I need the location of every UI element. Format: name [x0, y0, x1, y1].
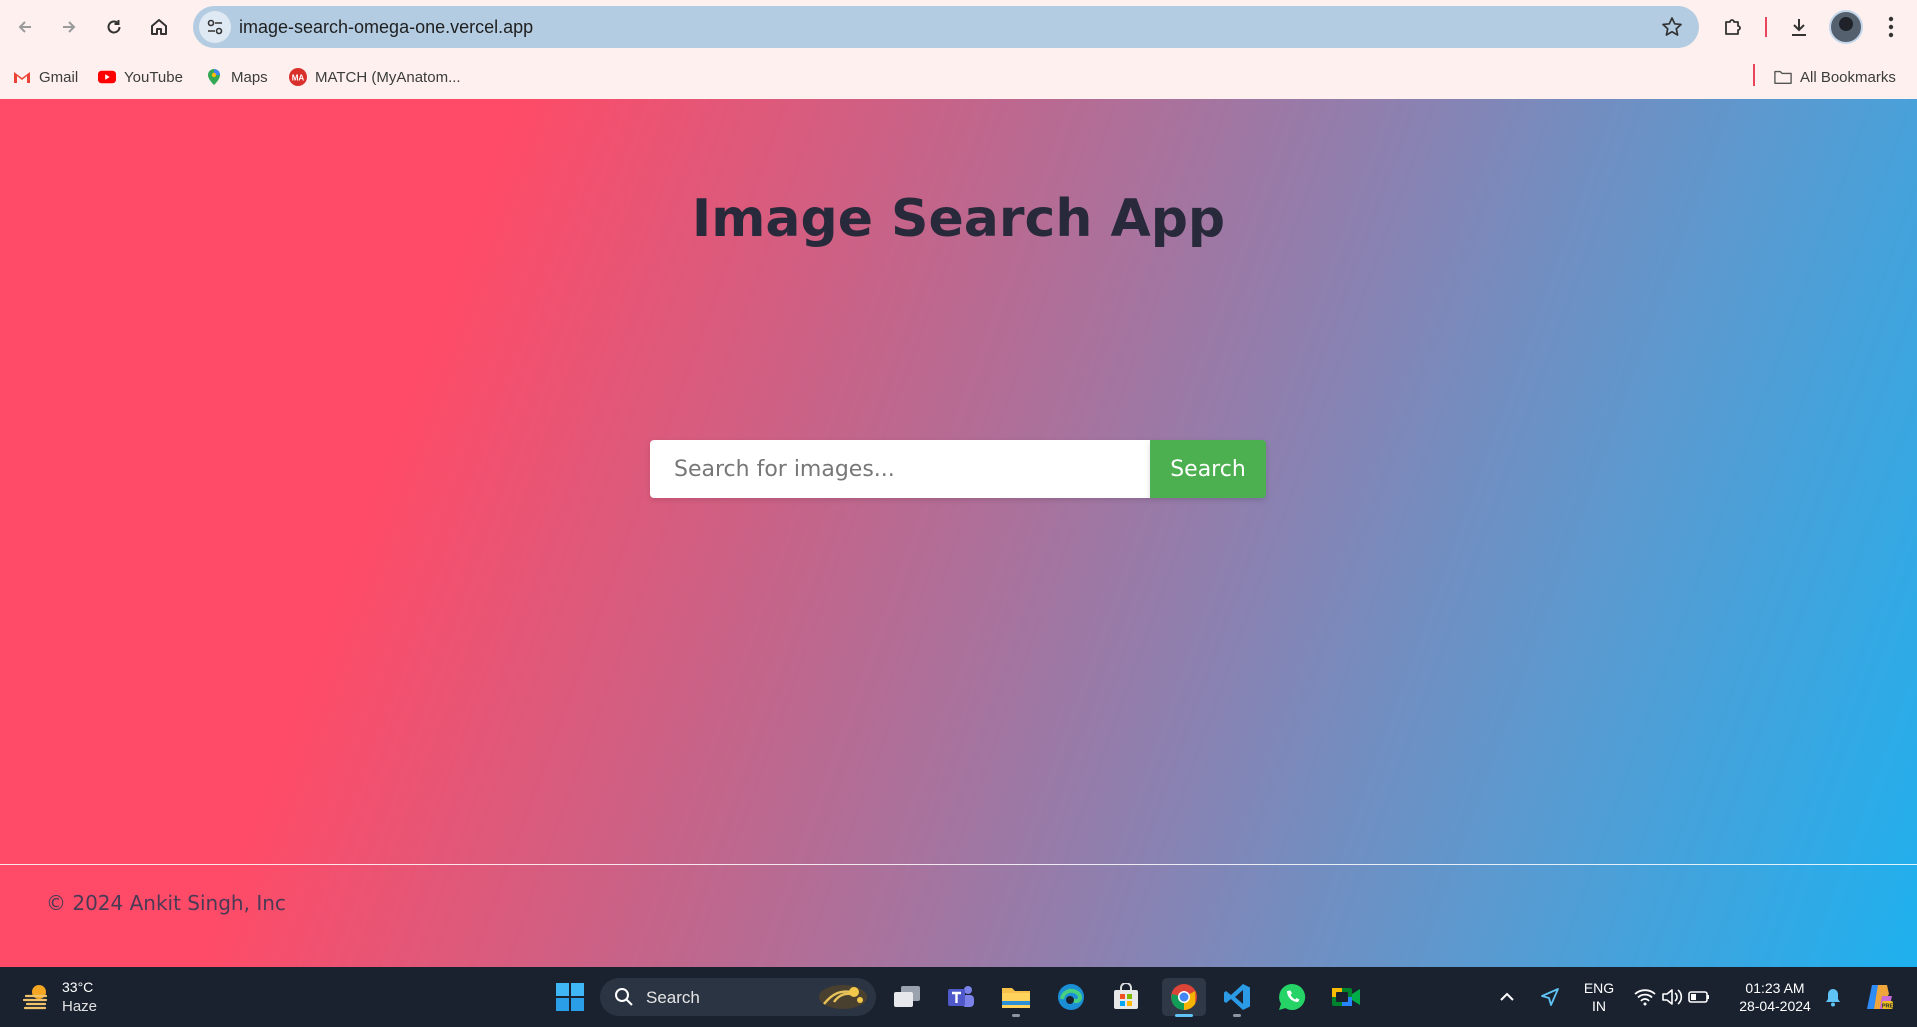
- volume-icon: [1662, 989, 1683, 1005]
- chrome-app[interactable]: [1162, 978, 1206, 1017]
- bookmark-maps[interactable]: Maps: [205, 66, 268, 88]
- quick-settings-button[interactable]: [1630, 978, 1714, 1016]
- search-button[interactable]: Search: [1150, 440, 1266, 498]
- store-app[interactable]: [1107, 978, 1145, 1016]
- taskbar: 33°C Haze Search ENG IN 01:23 AM 28-04-2…: [0, 967, 1917, 1027]
- bookmarks-bar: Gmail YouTube Maps MA MATCH (MyAnatom...…: [0, 54, 1917, 99]
- weather-temperature[interactable]: 33°C: [62, 979, 93, 995]
- taskbar-search-label: Search: [646, 988, 700, 1007]
- home-button[interactable]: [142, 10, 176, 44]
- location-arrow-icon: [1541, 988, 1559, 1006]
- forward-arrow-icon: [63, 21, 76, 33]
- menu-kebab-icon[interactable]: [1878, 14, 1904, 40]
- running-indicator: [1012, 1014, 1020, 1017]
- weather-condition[interactable]: Haze: [62, 998, 97, 1015]
- bookmark-star-icon[interactable]: [1661, 16, 1683, 38]
- whatsapp-app[interactable]: [1273, 978, 1311, 1016]
- vscode-icon: [1224, 984, 1250, 1010]
- tune-icon: [207, 19, 223, 35]
- language-line1: ENG: [1583, 980, 1615, 996]
- footer-copyright: © 2024 Ankit Singh, Inc: [46, 891, 286, 915]
- clock-date: 28-04-2024: [1739, 998, 1811, 1014]
- bookmark-label: Gmail: [39, 68, 79, 86]
- start-button[interactable]: [551, 978, 589, 1016]
- page-viewport: Image Search App Search © 2024 Ankit Sin…: [0, 99, 1917, 967]
- download-icon[interactable]: [1786, 14, 1812, 40]
- folder-icon: [1774, 70, 1792, 84]
- language-line2: IN: [1592, 998, 1606, 1014]
- search-icon: [615, 988, 633, 1006]
- search-input[interactable]: [650, 440, 1150, 498]
- all-bookmarks-label: All Bookmarks: [1800, 68, 1896, 86]
- bell-icon: [1826, 989, 1840, 1007]
- gmail-icon: [14, 72, 30, 83]
- file-explorer-app[interactable]: [997, 978, 1035, 1017]
- bookmark-youtube[interactable]: YouTube: [98, 66, 183, 88]
- store-icon: [1114, 983, 1138, 1009]
- profile-avatar[interactable]: [1829, 10, 1863, 44]
- meet-app[interactable]: [1327, 978, 1365, 1016]
- vscode-app[interactable]: [1218, 978, 1256, 1017]
- bookmark-gmail[interactable]: Gmail: [13, 66, 78, 88]
- site-info-button[interactable]: [199, 11, 231, 43]
- show-hidden-icons-button[interactable]: [1492, 978, 1522, 1016]
- search-highlight-icon: [819, 985, 867, 1009]
- teams-app[interactable]: [942, 978, 980, 1016]
- svg-text:PRE: PRE: [1882, 1004, 1894, 1010]
- bookmark-label: MATCH (MyAnatom...: [315, 68, 461, 86]
- back-button[interactable]: [8, 10, 42, 44]
- task-view-icon: [894, 986, 920, 1007]
- home-icon: [151, 19, 167, 35]
- bookmark-label: Maps: [231, 68, 268, 86]
- folder-icon: [1002, 988, 1030, 1008]
- whatsapp-icon: [1279, 983, 1306, 1010]
- bookmarks-divider: [1753, 64, 1755, 86]
- extensions-icon[interactable]: [1720, 14, 1746, 40]
- edge-app[interactable]: [1052, 978, 1090, 1016]
- svg-text:MA: MA: [292, 74, 305, 83]
- edge-icon: [1058, 984, 1084, 1010]
- toolbar-divider: [1765, 17, 1767, 37]
- weather-haze-icon[interactable]: [22, 981, 52, 1011]
- reload-icon: [107, 20, 121, 34]
- notifications-button[interactable]: [1820, 978, 1846, 1016]
- teams-icon: [948, 986, 974, 1007]
- taskbar-search[interactable]: Search: [600, 978, 876, 1016]
- address-bar[interactable]: image-search-omega-one.vercel.app: [193, 6, 1699, 48]
- chevron-up-icon: [1500, 992, 1514, 1001]
- windows-logo-icon: [556, 983, 584, 1011]
- clock-time: 01:23 AM: [1745, 980, 1805, 996]
- copilot-icon: PRE: [1867, 985, 1894, 1010]
- active-indicator: [1175, 1014, 1193, 1017]
- bookmark-label: YouTube: [124, 68, 183, 86]
- chrome-icon: [1171, 984, 1197, 1011]
- language-indicator[interactable]: ENG IN: [1576, 979, 1622, 1015]
- page-title: Image Search App: [691, 189, 1226, 249]
- forward-button[interactable]: [52, 10, 86, 44]
- back-arrow-icon: [18, 21, 31, 33]
- match-icon: MA: [289, 68, 307, 86]
- reload-button[interactable]: [97, 10, 131, 44]
- location-tray-button[interactable]: [1533, 978, 1567, 1016]
- battery-icon: [1688, 991, 1709, 1003]
- copilot-button[interactable]: PRE: [1858, 978, 1898, 1016]
- running-indicator: [1233, 1014, 1241, 1017]
- task-view-button[interactable]: [888, 978, 926, 1016]
- browser-toolbar: image-search-omega-one.vercel.app: [0, 0, 1917, 54]
- clock[interactable]: 01:23 AM 28-04-2024: [1728, 979, 1822, 1015]
- meet-icon: [1332, 988, 1360, 1006]
- all-bookmarks-button[interactable]: All Bookmarks: [1774, 66, 1896, 88]
- youtube-icon: [98, 70, 116, 84]
- url-text[interactable]: image-search-omega-one.vercel.app: [239, 17, 533, 38]
- bookmark-match[interactable]: MA MATCH (MyAnatom...: [289, 66, 461, 88]
- footer-divider: [0, 864, 1917, 865]
- wifi-icon: [1634, 989, 1656, 1006]
- maps-icon: [208, 69, 220, 85]
